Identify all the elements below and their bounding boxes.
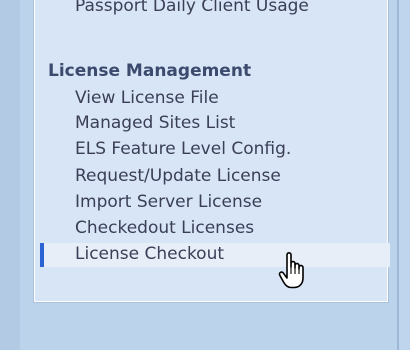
nav-item-els-feature-level-config[interactable]: ELS Feature Level Config.	[75, 139, 291, 160]
section-heading-license-management: License Management	[48, 61, 252, 81]
selection-marker	[40, 243, 44, 267]
nav-item-label: License Checkout	[75, 244, 225, 264]
nav-item-passport-daily-client-usage[interactable]: Passport Daily Client Usage	[75, 0, 309, 17]
nav-item-view-license-file[interactable]: View License File	[75, 88, 219, 109]
nav-item-request-update-license[interactable]: Request/Update License	[75, 166, 281, 187]
nav-item-checkedout-licenses[interactable]: Checkedout Licenses	[75, 218, 254, 239]
nav-item-import-server-license[interactable]: Import Server License	[75, 192, 262, 213]
nav-item-managed-sites-list[interactable]: Managed Sites List	[75, 113, 235, 134]
left-edge	[0, 0, 20, 350]
nav-item-license-checkout[interactable]: License Checkout	[40, 243, 390, 267]
right-pane-edge	[399, 0, 410, 350]
hand-pointer-icon	[278, 252, 304, 289]
